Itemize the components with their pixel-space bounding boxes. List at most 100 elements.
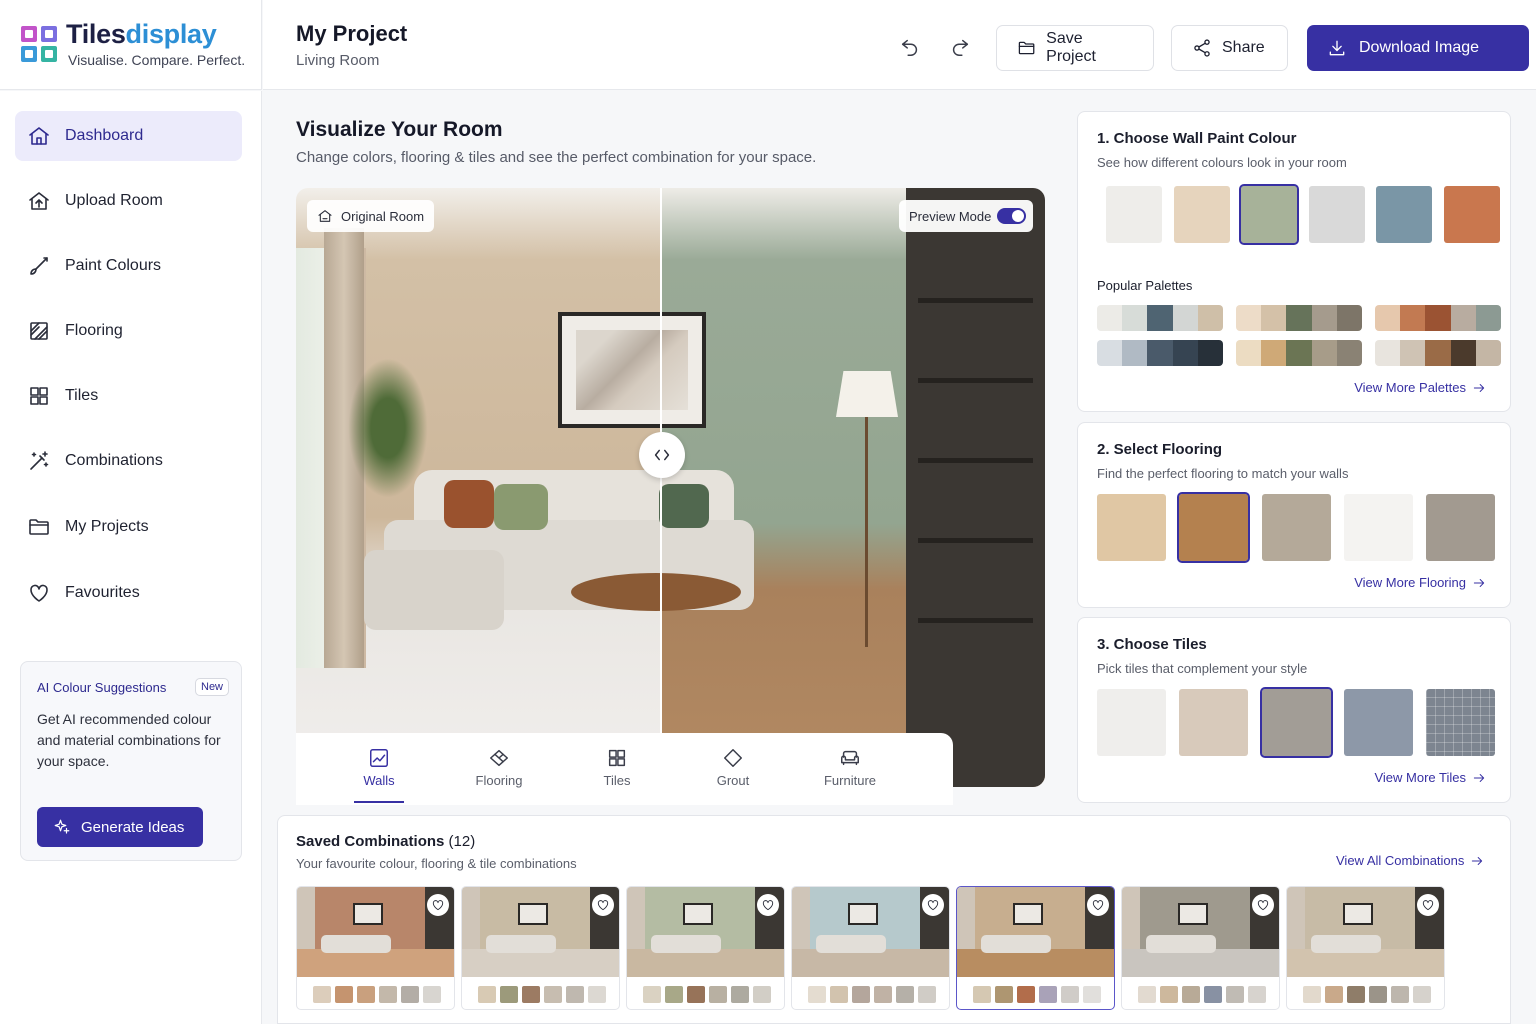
paint-swatch[interactable] xyxy=(1239,184,1300,245)
heart-icon xyxy=(1092,900,1104,911)
save-project-button[interactable]: Save Project xyxy=(996,25,1154,71)
generate-ideas-label: Generate Ideas xyxy=(81,818,185,836)
sidebar-item-combinations[interactable]: Combinations xyxy=(15,436,242,486)
saved-combination-card[interactable] xyxy=(461,886,620,1010)
sidebar-item-label: Upload Room xyxy=(65,192,163,209)
palette-option[interactable] xyxy=(1236,340,1362,366)
paint-swatch[interactable] xyxy=(1173,186,1230,243)
combination-swatch xyxy=(874,986,892,1003)
saved-combination-card[interactable] xyxy=(791,886,950,1010)
original-room-label: Original Room xyxy=(307,200,435,232)
view-all-combinations-link[interactable]: View All Combinations xyxy=(1336,853,1484,868)
flooring-swatch[interactable] xyxy=(1343,494,1413,561)
panel-subtitle: Find the perfect flooring to match your … xyxy=(1097,466,1349,481)
combination-swatch xyxy=(478,986,496,1003)
view-more-palettes-link[interactable]: View More Palettes xyxy=(1354,380,1486,395)
tab-grout[interactable]: Grout xyxy=(683,747,783,788)
panel-subtitle: See how different colours look in your r… xyxy=(1097,155,1347,170)
brand-name: Tilesdisplay xyxy=(66,19,217,50)
saved-combination-card[interactable] xyxy=(296,886,455,1010)
heart-icon xyxy=(1422,900,1434,911)
project-title: My Project xyxy=(296,21,408,46)
tile-swatch[interactable] xyxy=(1343,689,1413,756)
paint-swatch[interactable] xyxy=(1376,186,1433,243)
palette-option[interactable] xyxy=(1236,305,1362,331)
flooring-icon xyxy=(490,749,508,767)
saved-combination-card[interactable] xyxy=(956,886,1115,1010)
generate-ideas-button[interactable]: Generate Ideas xyxy=(37,807,203,847)
flooring-swatch[interactable] xyxy=(1426,494,1496,561)
tile-swatch[interactable] xyxy=(1179,689,1249,756)
combination-swatch xyxy=(665,986,683,1003)
combination-swatches xyxy=(313,986,441,1003)
panel-title: 1. Choose Wall Paint Colour xyxy=(1097,130,1297,147)
download-icon xyxy=(1329,40,1345,56)
sidebar-item-label: Paint Colours xyxy=(65,257,162,274)
arrow-right-icon xyxy=(1473,383,1485,392)
grid-icon xyxy=(30,387,48,405)
favourite-button[interactable] xyxy=(922,894,944,916)
redo-button[interactable] xyxy=(949,36,971,58)
favourite-button[interactable] xyxy=(427,894,449,916)
combination-swatches xyxy=(973,986,1101,1003)
tiles-panel: 3. Choose Tiles Pick tiles that compleme… xyxy=(1077,617,1511,803)
tile-swatch[interactable] xyxy=(1259,687,1333,758)
paint-swatch[interactable] xyxy=(1308,186,1365,243)
preview-mode-control[interactable]: Preview Mode xyxy=(899,200,1033,232)
paint-swatch[interactable] xyxy=(1444,186,1500,243)
flooring-swatch[interactable] xyxy=(1177,492,1251,563)
palette-option[interactable] xyxy=(1097,340,1223,366)
sidebar-item-my-projects[interactable]: My Projects xyxy=(15,502,242,552)
sidebar-item-favourites[interactable]: Favourites xyxy=(15,568,242,618)
tile-swatch[interactable] xyxy=(1097,689,1166,756)
arrow-right-icon xyxy=(1472,856,1483,865)
saved-combination-card[interactable] xyxy=(1286,886,1445,1010)
combination-swatch xyxy=(1182,986,1200,1003)
flooring-swatch[interactable] xyxy=(1097,494,1166,561)
favourite-button[interactable] xyxy=(1087,894,1109,916)
sidebar-item-dashboard[interactable]: Dashboard xyxy=(15,111,242,161)
combination-swatch xyxy=(1248,986,1266,1003)
link-label: View More Flooring xyxy=(1354,575,1466,590)
view-more-flooring-link[interactable]: View More Flooring xyxy=(1354,575,1486,590)
tab-flooring[interactable]: Flooring xyxy=(449,747,549,788)
favourite-button[interactable] xyxy=(1417,894,1439,916)
palette-option[interactable] xyxy=(1375,340,1501,366)
folder-icon xyxy=(1018,41,1035,55)
favourite-button[interactable] xyxy=(1252,894,1274,916)
sidebar-item-label: Flooring xyxy=(65,322,123,339)
favourite-button[interactable] xyxy=(757,894,779,916)
saved-combination-card[interactable] xyxy=(626,886,785,1010)
share-icon xyxy=(1194,39,1210,57)
favourite-button[interactable] xyxy=(592,894,614,916)
palette-option[interactable] xyxy=(1097,305,1223,331)
flooring-swatch[interactable] xyxy=(1261,494,1331,561)
saved-combinations-panel: Saved Combinations (12) Your favourite c… xyxy=(277,815,1511,1024)
sidebar-item-paint-colours[interactable]: Paint Colours xyxy=(15,241,242,291)
tile-swatch[interactable] xyxy=(1426,689,1496,756)
download-image-button[interactable]: Download Image xyxy=(1307,25,1529,71)
saved-combination-card[interactable] xyxy=(1121,886,1280,1010)
wall-paint-panel: 1. Choose Wall Paint Colour See how diff… xyxy=(1077,111,1511,412)
undo-button[interactable] xyxy=(899,36,921,58)
combination-swatch xyxy=(918,986,936,1003)
split-handle[interactable] xyxy=(639,432,685,478)
palette-option[interactable] xyxy=(1375,305,1501,331)
flooring-panel: 2. Select Flooring Find the perfect floo… xyxy=(1077,422,1511,608)
tab-tiles[interactable]: Tiles xyxy=(567,747,667,788)
paint-swatch[interactable] xyxy=(1106,186,1162,243)
tab-walls[interactable]: Walls xyxy=(329,747,429,788)
sidebar-item-upload-room[interactable]: Upload Room xyxy=(15,176,242,226)
heart-icon xyxy=(762,900,774,911)
combination-swatch xyxy=(1017,986,1035,1003)
project-room: Living Room xyxy=(296,52,380,69)
sidebar-item-tiles[interactable]: Tiles xyxy=(15,371,242,421)
tab-furniture[interactable]: Furniture xyxy=(800,747,900,788)
sidebar-item-flooring[interactable]: Flooring xyxy=(15,306,242,356)
preview-mode-toggle[interactable] xyxy=(997,208,1026,224)
share-button[interactable]: Share xyxy=(1171,25,1288,71)
combination-swatch xyxy=(335,986,353,1003)
saved-title-text: Saved Combinations xyxy=(296,833,445,850)
view-more-tiles-link[interactable]: View More Tiles xyxy=(1374,770,1486,785)
room-preview[interactable]: Original Room Preview Mode xyxy=(296,188,1045,787)
